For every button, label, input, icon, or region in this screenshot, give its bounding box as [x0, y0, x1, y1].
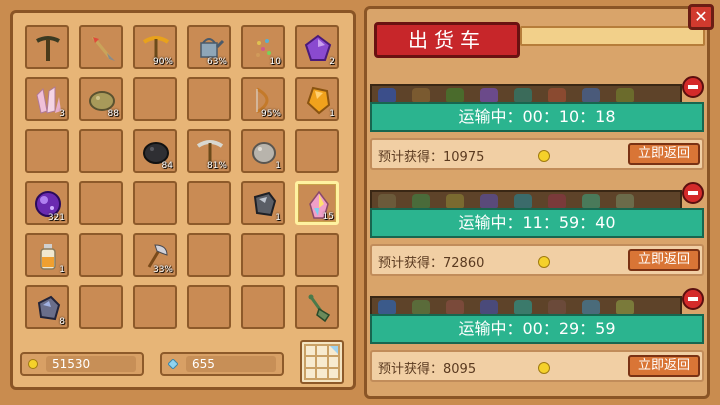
item-count: 1 — [59, 265, 65, 275]
inventory-slot-empty[interactable] — [295, 233, 339, 277]
gold-value: 51530 — [46, 356, 136, 372]
item-count: 90% — [152, 57, 173, 67]
item-count: 95% — [260, 109, 281, 119]
diamond-icon — [168, 359, 178, 369]
cart-info-row: 预计获得：72860 立即返回 — [370, 244, 704, 276]
inventory-slot[interactable]: 88 — [79, 77, 123, 121]
title-ribbon — [520, 26, 705, 46]
inventory-grid: 90% 63% 10 2 3 88 95% 1 84 81% 1 321 1 15 1 33% 8 — [25, 25, 339, 329]
inventory-slot[interactable] — [79, 25, 123, 69]
item-count: 81% — [206, 161, 227, 171]
expected-earnings: 预计获得：10975 — [378, 150, 485, 165]
inventory-slot[interactable]: 63% — [187, 25, 231, 69]
item-count: 1 — [275, 213, 281, 223]
inventory-slot[interactable]: 3 — [25, 77, 69, 121]
item-count: 15 — [322, 212, 334, 222]
inventory-slot-empty[interactable] — [79, 233, 123, 277]
inventory-panel: 90% 63% 10 2 3 88 95% 1 84 81% 1 321 1 15 1 33% 8 — [10, 10, 356, 390]
inventory-slot[interactable]: 1 — [295, 77, 339, 121]
item-count: 84 — [161, 161, 173, 171]
cancel-shipment-icon[interactable] — [682, 288, 704, 310]
inventory-slot[interactable]: 8 — [25, 285, 69, 329]
inventory-slot[interactable]: 1 — [241, 181, 285, 225]
coin-icon — [538, 362, 550, 374]
item-count: 321 — [47, 213, 65, 223]
inventory-slot-empty[interactable] — [241, 285, 285, 329]
gem-value: 655 — [186, 356, 276, 372]
inventory-slot-empty[interactable] — [133, 77, 177, 121]
cart-info-row: 预计获得：10975 立即返回 — [370, 138, 704, 170]
inventory-slot-empty[interactable] — [25, 129, 69, 173]
inventory-slot-empty[interactable] — [187, 77, 231, 121]
close-button[interactable]: ✕ — [688, 4, 714, 30]
expected-earnings: 预计获得：8095 — [378, 362, 477, 377]
cancel-shipment-icon[interactable] — [682, 76, 704, 98]
inventory-slot[interactable]: 81% — [187, 129, 231, 173]
close-icon: ✕ — [694, 7, 708, 26]
item-count: 8 — [59, 317, 65, 327]
blueprint-button[interactable] — [300, 340, 344, 384]
item-count: 10 — [269, 57, 281, 67]
expected-earnings: 预计获得：72860 — [378, 256, 485, 271]
inventory-slot-empty[interactable] — [187, 233, 231, 277]
cart-status: 运输中：00：10：18 — [370, 102, 704, 132]
shipping-cart-2: 运输中：11：59：40 预计获得：72860 立即返回 — [370, 182, 706, 296]
item-count: 1 — [329, 109, 335, 119]
blueprint-grid-icon — [304, 344, 340, 380]
recall-now-button[interactable]: 立即返回 — [628, 355, 700, 377]
item-count: 33% — [152, 265, 173, 275]
inventory-slot[interactable]: 15 — [295, 181, 339, 225]
inventory-slot[interactable]: 321 — [25, 181, 69, 225]
inventory-slot[interactable]: 1 — [241, 129, 285, 173]
inventory-slot[interactable]: 2 — [295, 25, 339, 69]
pickaxe-dark-icon — [36, 36, 60, 61]
inventory-slot-empty[interactable] — [187, 181, 231, 225]
shipping-cart-1: 运输中：00：10：18 预计获得：10975 立即返回 — [370, 76, 706, 190]
item-count: 88 — [107, 109, 119, 119]
recall-now-button[interactable]: 立即返回 — [628, 143, 700, 165]
inventory-slot-empty[interactable] — [295, 129, 339, 173]
item-count: 63% — [206, 57, 227, 67]
shipping-cart-3: 运输中：00：29：59 预计获得：8095 立即返回 — [370, 288, 706, 402]
shipping-title: 出货车 — [374, 22, 520, 58]
inventory-slot-empty[interactable] — [241, 233, 285, 277]
inventory-slot-empty[interactable] — [79, 129, 123, 173]
cart-status: 运输中：11：59：40 — [370, 208, 704, 238]
inventory-slot-empty[interactable] — [133, 285, 177, 329]
item-count: 3 — [59, 109, 65, 119]
inventory-slot-empty[interactable] — [79, 285, 123, 329]
inventory-slot[interactable]: 1 — [25, 233, 69, 277]
recall-now-button[interactable]: 立即返回 — [628, 249, 700, 271]
gem-balance: 655 — [160, 352, 284, 376]
item-count: 1 — [275, 161, 281, 171]
coin-icon — [538, 256, 550, 268]
inventory-slot-empty[interactable] — [79, 181, 123, 225]
inventory-slot[interactable] — [295, 285, 339, 329]
shovel-icon — [308, 294, 331, 323]
inventory-slot[interactable]: 84 — [133, 129, 177, 173]
cart-info-row: 预计获得：8095 立即返回 — [370, 350, 704, 382]
inventory-slot[interactable]: 33% — [133, 233, 177, 277]
cancel-shipment-icon[interactable] — [682, 182, 704, 204]
coin-icon — [538, 150, 550, 162]
inventory-slot-empty[interactable] — [187, 285, 231, 329]
cart-status: 运输中：00：29：59 — [370, 314, 704, 344]
feather-spear-icon — [91, 36, 115, 61]
inventory-slot[interactable]: 90% — [133, 25, 177, 69]
gold-balance: 51530 — [20, 352, 144, 376]
inventory-slot[interactable] — [25, 25, 69, 69]
inventory-slot[interactable]: 10 — [241, 25, 285, 69]
coin-icon — [28, 359, 38, 369]
inventory-slot[interactable]: 95% — [241, 77, 285, 121]
item-count: 2 — [329, 57, 335, 67]
inventory-slot-empty[interactable] — [133, 181, 177, 225]
